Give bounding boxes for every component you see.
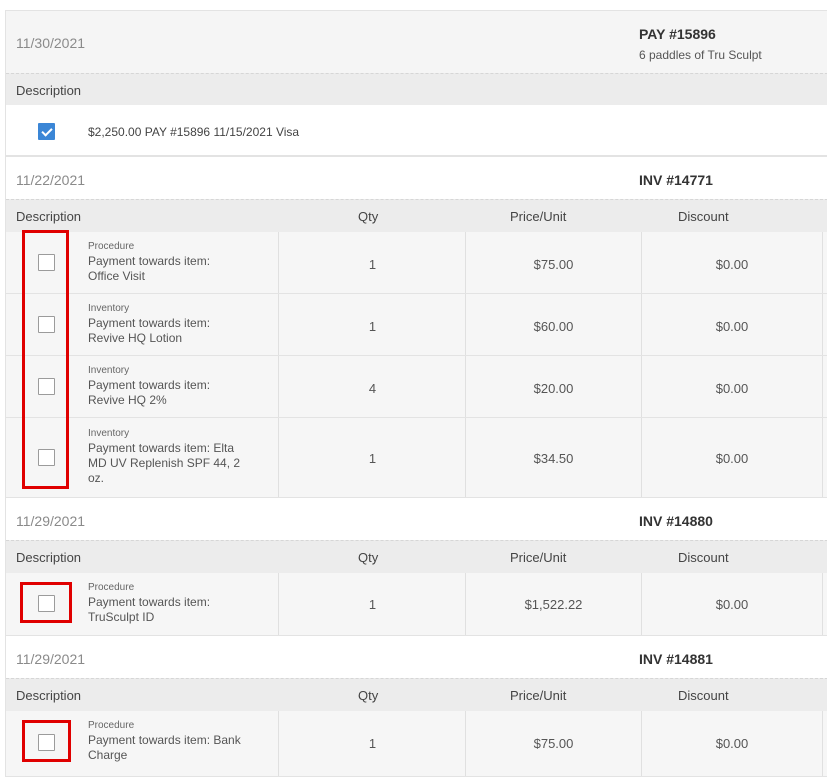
item-qty: 1 xyxy=(368,597,377,612)
item-description: Payment towards item: Elta MD UV Replenis… xyxy=(88,441,241,485)
payment-card: 11/30/2021 PAY #15896 6 paddles of Tru S… xyxy=(5,10,827,156)
invoice-card: 11/29/2021 INV #14880 Description Qty Pr… xyxy=(5,497,827,636)
invoice-column-header: Description Qty Price/Unit Discount xyxy=(6,678,827,711)
item-category: Inventory xyxy=(88,428,130,439)
invoice-column-header: Description Qty Price/Unit Discount xyxy=(6,199,827,232)
payment-column-header: Description xyxy=(6,73,827,106)
column-discount: Discount xyxy=(678,209,729,224)
column-description: Description xyxy=(16,550,82,565)
item-description: Payment towards item: Revive HQ Lotion xyxy=(88,316,211,345)
payment-subtitle: 6 paddles of Tru Sculpt xyxy=(639,48,762,62)
column-discount: Discount xyxy=(678,688,729,703)
column-price: Price/Unit xyxy=(510,550,567,565)
table-row: Procedure Payment towards item: Bank Char… xyxy=(6,711,827,776)
column-qty: Qty xyxy=(358,550,379,565)
item-description: Payment towards item: Bank Charge xyxy=(88,733,241,762)
item-discount: $0.00 xyxy=(715,381,749,396)
column-description: Description xyxy=(16,209,82,224)
item-description: Payment towards item: Revive HQ 2% xyxy=(88,378,211,407)
item-category: Inventory xyxy=(88,365,130,376)
item-price: $1,522.22 xyxy=(524,597,583,612)
item-discount: $0.00 xyxy=(715,319,749,334)
table-row: Procedure Payment towards item: Office Vi… xyxy=(6,232,827,294)
invoice-date: 11/22/2021 xyxy=(16,172,86,188)
item-qty: 1 xyxy=(368,736,377,751)
payment-row: $2,250.00 PAY #15896 11/15/2021 Visa xyxy=(6,105,827,155)
item-price: $34.50 xyxy=(533,451,574,466)
table-row: Inventory Payment towards item: Revive HQ… xyxy=(6,294,827,356)
item-qty: 4 xyxy=(368,381,377,396)
payment-date: 11/30/2021 xyxy=(16,35,86,51)
column-qty: Qty xyxy=(358,209,379,224)
invoice-ref: INV #14880 xyxy=(639,513,713,529)
item-price: $75.00 xyxy=(533,257,574,272)
highlight-box xyxy=(20,582,72,623)
item-price: $60.00 xyxy=(533,319,574,334)
payment-header: 11/30/2021 PAY #15896 6 paddles of Tru S… xyxy=(6,11,827,73)
column-description: Description xyxy=(16,688,82,703)
item-category: Procedure xyxy=(88,720,135,731)
item-discount: $0.00 xyxy=(715,736,749,751)
invoice-date: 11/29/2021 xyxy=(16,513,86,529)
invoice-ref: INV #14771 xyxy=(639,172,713,188)
invoice-header: 11/29/2021 INV #14880 xyxy=(6,498,827,540)
item-discount: $0.00 xyxy=(715,451,749,466)
column-discount: Discount xyxy=(678,550,729,565)
highlight-box xyxy=(22,230,69,489)
item-category: Inventory xyxy=(88,303,130,314)
highlight-box xyxy=(22,720,71,762)
column-description: Description xyxy=(16,83,82,98)
invoice-column-header: Description Qty Price/Unit Discount xyxy=(6,540,827,573)
item-description: Payment towards item: Office Visit xyxy=(88,254,211,283)
item-qty: 1 xyxy=(368,451,377,466)
item-category: Procedure xyxy=(88,582,135,593)
invoice-card: 11/29/2021 INV #14881 Description Qty Pr… xyxy=(5,635,827,777)
invoice-ref: INV #14881 xyxy=(639,651,713,667)
payment-line: $2,250.00 PAY #15896 11/15/2021 Visa xyxy=(88,125,300,139)
item-discount: $0.00 xyxy=(715,597,749,612)
column-qty: Qty xyxy=(358,688,379,703)
item-price: $20.00 xyxy=(533,381,574,396)
table-row: Procedure Payment towards item: TruSculpt… xyxy=(6,573,827,635)
payment-checkbox[interactable] xyxy=(38,123,55,140)
invoice-header: 11/29/2021 INV #14881 xyxy=(6,636,827,678)
payment-ref: PAY #15896 xyxy=(639,26,716,42)
column-price: Price/Unit xyxy=(510,688,567,703)
item-description: Payment towards item: TruSculpt ID xyxy=(88,595,211,624)
invoice-date: 11/29/2021 xyxy=(16,651,86,667)
item-qty: 1 xyxy=(368,257,377,272)
item-qty: 1 xyxy=(368,319,377,334)
item-price: $75.00 xyxy=(533,736,574,751)
column-price: Price/Unit xyxy=(510,209,567,224)
invoice-card: 11/22/2021 INV #14771 Description Qty Pr… xyxy=(5,156,827,498)
table-row: Inventory Payment towards item: Elta MD U… xyxy=(6,418,827,497)
invoice-header: 11/22/2021 INV #14771 xyxy=(6,157,827,199)
item-discount: $0.00 xyxy=(715,257,749,272)
table-row: Inventory Payment towards item: Revive HQ… xyxy=(6,356,827,418)
item-category: Procedure xyxy=(88,241,135,252)
